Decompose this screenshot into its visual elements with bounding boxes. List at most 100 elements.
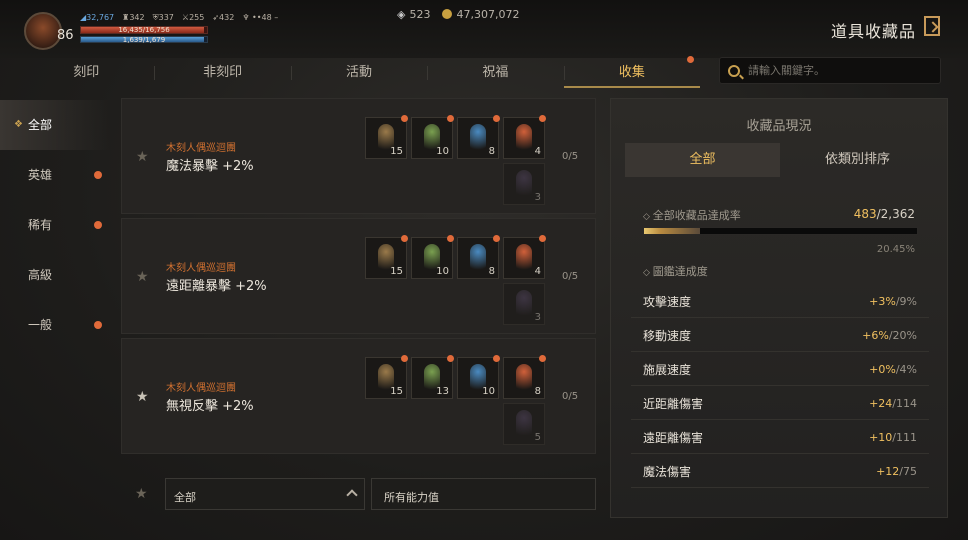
collection-source: 木刻人偶巡迴團	[166, 263, 236, 274]
item-count: 13	[436, 386, 449, 397]
stat-power: ◢32,767	[80, 13, 115, 22]
notification-dot	[94, 171, 102, 179]
item-count: 15	[390, 386, 403, 397]
item-count: 15	[390, 266, 403, 277]
stat-row: 施展速度 +0%/4%	[631, 353, 929, 386]
notification-dot	[493, 115, 500, 122]
item-slot[interactable]: 13	[411, 355, 454, 399]
tab-event[interactable]: 活動	[290, 58, 427, 88]
top-bar: 86 ◢32,767 ♜342 ⛨337 ⚔255 ➶432 ♆ ••48 – …	[0, 0, 968, 58]
category-tabs: 刻印 非刻印 活動 祝福 收集	[18, 56, 701, 88]
player-level: 86	[57, 28, 74, 43]
favorite-star-icon[interactable]: ★	[136, 269, 149, 285]
favorite-filter-star-icon[interactable]: ★	[135, 486, 148, 502]
wooden-doll-icon	[470, 244, 486, 270]
stat-label: 魔法傷害	[643, 464, 692, 479]
collection-card[interactable]: ★ 木刻人偶巡迴團 無視反擊 +2% 0/5 15 13 10 8 5	[121, 338, 596, 454]
collection-source: 木刻人偶巡迴團	[166, 383, 236, 394]
stat-label: 移動速度	[643, 328, 692, 343]
collection-card[interactable]: ★ 木刻人偶巡迴團 魔法暴擊 +2% 0/5 15 10 8 4 3	[121, 98, 596, 214]
notification-dot	[94, 221, 102, 229]
collection-name: 魔法暴擊 +2%	[166, 159, 254, 174]
notification-dot	[401, 355, 408, 362]
stat-label: 近距離傷害	[643, 396, 704, 411]
search-box[interactable]	[719, 57, 941, 84]
tab-collection-label: 收集	[618, 65, 645, 80]
collection-status-panel: 收藏品現況 全部 依類別排序 全部收藏品達成率 483/2,362 20.45%…	[610, 98, 948, 518]
item-slot[interactable]: 8	[457, 115, 500, 159]
item-slot[interactable]: 10	[411, 115, 454, 159]
item-slot[interactable]: 5	[503, 403, 545, 445]
stat-label: 攻擊速度	[643, 294, 692, 309]
page-title: 道具收藏品	[830, 22, 916, 41]
wooden-doll-icon	[516, 170, 532, 196]
tab-non-engraved[interactable]: 非刻印	[154, 58, 290, 88]
item-count: 8	[488, 146, 495, 157]
panel-tab-all[interactable]: 全部	[625, 143, 780, 177]
item-count: 15	[390, 146, 403, 157]
notification-dot	[94, 321, 102, 329]
item-slot[interactable]: 3	[503, 283, 545, 325]
item-count: 10	[436, 266, 449, 277]
stat-value: +10/111	[869, 430, 917, 444]
item-slot[interactable]: 10	[457, 355, 500, 399]
stat-sword: ⚔255	[181, 13, 205, 22]
achievement-value: 483/2,362	[853, 207, 915, 221]
stat-attack: ♜342	[122, 13, 145, 22]
favorite-star-icon[interactable]: ★	[136, 149, 149, 165]
hp-bar: 16,435/16,756	[80, 26, 208, 34]
stat-row: 魔法傷害 +12/75	[631, 455, 929, 488]
tab-collection[interactable]: 收集	[563, 56, 701, 88]
item-slot[interactable]: 4	[503, 235, 546, 279]
notification-dot	[493, 235, 500, 242]
gold-counter: 47,307,072	[442, 8, 519, 21]
item-slot[interactable]: 8	[457, 235, 500, 279]
sidebar-label: 一般	[28, 318, 53, 332]
stat-row: 近距離傷害 +24/114	[631, 387, 929, 420]
grade-dropdown-value: 全部	[174, 491, 196, 504]
collection-progress: 0/5	[562, 271, 579, 282]
tab-engraved[interactable]: 刻印	[18, 58, 154, 88]
item-slot[interactable]: 8	[503, 355, 546, 399]
stat-value: +12/75	[876, 464, 917, 478]
panel-tab-by-category[interactable]: 依類別排序	[780, 143, 935, 177]
favorite-star-icon[interactable]: ★	[136, 389, 149, 405]
stat-label: 施展速度	[643, 362, 692, 377]
sidebar-item-hero[interactable]: 英雄	[0, 150, 110, 200]
sidebar-item-normal[interactable]: 一般	[0, 300, 110, 350]
notification-dot	[401, 235, 408, 242]
notification-dot	[539, 235, 546, 242]
collection-name: 遠距離暴擊 +2%	[166, 279, 267, 294]
wooden-doll-icon	[516, 124, 532, 150]
search-input[interactable]	[748, 64, 918, 77]
exit-icon[interactable]	[924, 16, 940, 36]
collection-card[interactable]: ★ 木刻人偶巡迴團 遠距離暴擊 +2% 0/5 15 10 8 4 3	[121, 218, 596, 334]
tab-blessing[interactable]: 祝福	[427, 58, 563, 88]
item-slot[interactable]: 15	[365, 115, 408, 159]
grade-sidebar: ❖ 全部 英雄 稀有 高級 一般	[0, 100, 110, 350]
achievement-label: 全部收藏品達成率	[643, 207, 741, 223]
stat-label: 遠距離傷害	[643, 430, 704, 445]
item-slot[interactable]: 4	[503, 115, 546, 159]
item-slot[interactable]: 15	[365, 235, 408, 279]
stat-defense: ⛨337	[152, 13, 174, 22]
notification-dot	[447, 355, 454, 362]
ability-dropdown[interactable]: 所有能力值	[371, 478, 596, 510]
search-icon	[728, 64, 740, 77]
mp-bar: 1,639/1,679	[80, 36, 208, 44]
stat-value: +3%/9%	[869, 294, 917, 308]
stat-value: +24/114	[869, 396, 917, 410]
sidebar-item-all[interactable]: ❖ 全部	[0, 100, 110, 150]
item-slot[interactable]: 10	[411, 235, 454, 279]
stat-row: 攻擊速度 +3%/9%	[631, 285, 929, 318]
item-count: 8	[534, 386, 541, 397]
mp-text: 1,639/1,679	[122, 36, 166, 44]
grade-dropdown[interactable]: 全部	[165, 478, 365, 510]
item-slot[interactable]: 15	[365, 355, 408, 399]
sidebar-item-rare[interactable]: 稀有	[0, 200, 110, 250]
wooden-doll-icon	[470, 124, 486, 150]
sidebar-item-advanced[interactable]: 高級	[0, 250, 110, 300]
item-slot[interactable]: 3	[503, 163, 545, 205]
stat-bow: ➶432	[212, 13, 235, 22]
stat-value: +6%/20%	[862, 328, 917, 342]
